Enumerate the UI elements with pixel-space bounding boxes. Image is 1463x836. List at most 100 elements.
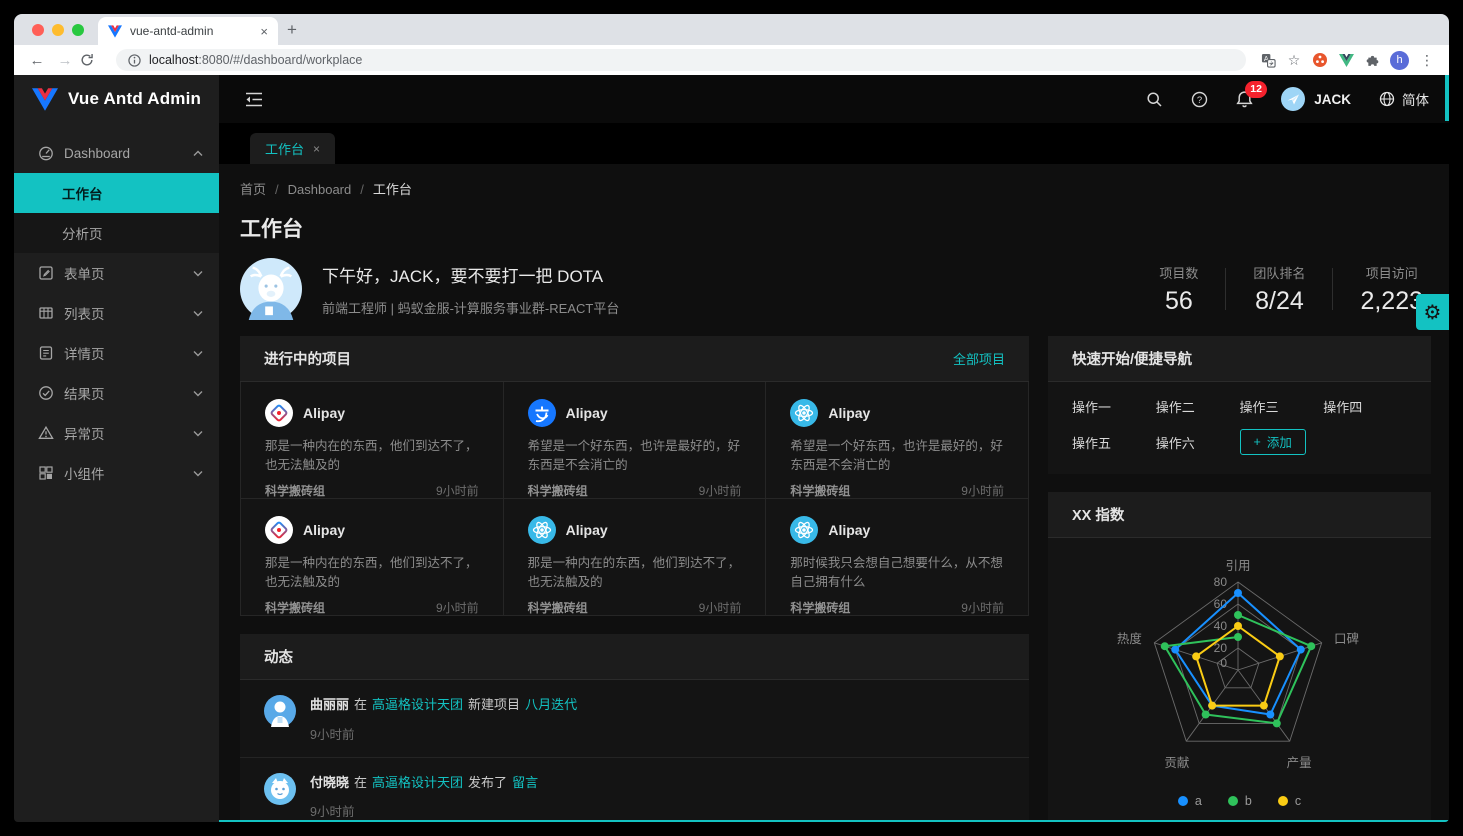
activity-title: 动态 xyxy=(264,646,293,667)
close-window-button[interactable] xyxy=(32,24,44,36)
project-group[interactable]: 科学搬砖组 xyxy=(265,482,325,499)
back-button[interactable]: ← xyxy=(24,52,50,69)
legend-item-c[interactable]: c xyxy=(1278,794,1301,808)
sidebar-item-analysis[interactable]: 分析页 xyxy=(14,213,219,253)
quicknav-link-3[interactable]: 操作三 xyxy=(1240,397,1324,416)
maximize-window-button[interactable] xyxy=(72,24,84,36)
breadcrumb-dashboard[interactable]: Dashboard xyxy=(288,182,352,197)
quicknav-link-2[interactable]: 操作二 xyxy=(1156,397,1240,416)
form-icon xyxy=(38,265,54,281)
quicknav-body: 操作一 操作二 操作三 操作四 操作五 操作六 +添加 xyxy=(1048,382,1431,474)
project-card[interactable]: Alipay 希望是一个好东西，也许是最好的，好东西是不会消亡的 科学搬砖组9小… xyxy=(766,382,1029,499)
project-group[interactable]: 科学搬砖组 xyxy=(528,482,588,499)
forward-button[interactable]: → xyxy=(52,52,78,69)
page-tab-close-icon[interactable]: × xyxy=(313,142,320,156)
vue-devtools-icon[interactable] xyxy=(1334,54,1358,67)
settings-gear-button[interactable]: ⚙ xyxy=(1416,294,1449,330)
member-avatar xyxy=(264,695,296,727)
project-group[interactable]: 科学搬砖组 xyxy=(790,599,850,616)
project-card[interactable]: Alipay 那时候我只会想自己想要什么，从不想自己拥有什么 科学搬砖组9小时前 xyxy=(766,499,1029,616)
project-card[interactable]: Alipay 那是一种内在的东西，他们到达不了，也无法触及的 科学搬砖组9小时前 xyxy=(241,382,504,499)
stat-value: 2,223 xyxy=(1360,287,1423,316)
member-avatar xyxy=(264,773,296,805)
svg-text:40: 40 xyxy=(1214,619,1228,633)
antd-logo-icon xyxy=(265,399,293,427)
radar-chart: 020406080引用口碑产量贡献热度 a b c xyxy=(1048,538,1431,822)
react-logo-icon xyxy=(790,516,818,544)
breadcrumb: 首页/Dashboard/工作台 xyxy=(240,179,1427,198)
extensions-puzzle-icon[interactable] xyxy=(1360,53,1384,68)
project-name: Alipay xyxy=(828,522,870,538)
project-card[interactable]: Alipay 那是一种内在的东西，他们到达不了，也无法触及的 科学搬砖组9小时前 xyxy=(241,499,504,616)
dashboard-icon xyxy=(38,145,54,161)
page-tab-workplace[interactable]: 工作台 × xyxy=(250,133,335,164)
activity-user[interactable]: 付晓晓 xyxy=(310,775,349,790)
sidebar-item-results[interactable]: 结果页 xyxy=(14,373,219,413)
app-header: ? 12 JACK 简体 xyxy=(219,75,1449,123)
project-group[interactable]: 科学搬砖组 xyxy=(790,482,850,499)
svg-text:产量: 产量 xyxy=(1287,756,1312,770)
vue-logo-icon xyxy=(32,88,58,111)
activity-target-link[interactable]: 留言 xyxy=(512,775,538,790)
activity-group-link[interactable]: 高逼格设计天团 xyxy=(372,775,463,790)
stat-label: 项目访问 xyxy=(1360,263,1423,282)
notifications-bell[interactable]: 12 xyxy=(1236,90,1253,108)
sidebar-item-label: 详情页 xyxy=(64,343,105,363)
project-card[interactable]: Alipay 那是一种内在的东西，他们到达不了，也无法触及的 科学搬砖组9小时前 xyxy=(504,499,767,616)
activity-user[interactable]: 曲丽丽 xyxy=(310,697,349,712)
page-title: 工作台 xyxy=(240,213,1427,243)
address-bar[interactable]: localhost:8080/#/dashboard/workplace xyxy=(116,49,1246,71)
project-name: Alipay xyxy=(303,405,345,421)
browser-menu-kebab-icon[interactable]: ⋮ xyxy=(1415,52,1439,69)
new-tab-button[interactable]: + xyxy=(278,20,306,40)
sidebar-item-details[interactable]: 详情页 xyxy=(14,333,219,373)
site-info-icon[interactable] xyxy=(128,54,141,67)
activity-item: 付晓晓在高逼格设计天团发布了留言 9小时前 xyxy=(240,757,1029,823)
legend-item-b[interactable]: b xyxy=(1228,794,1252,808)
reload-button[interactable] xyxy=(80,53,106,67)
search-icon[interactable] xyxy=(1146,91,1163,108)
language-switcher[interactable]: 简体 xyxy=(1379,89,1429,109)
quicknav-link-4[interactable]: 操作四 xyxy=(1323,397,1407,416)
app-logo[interactable]: Vue Antd Admin xyxy=(14,75,219,123)
add-button[interactable]: +添加 xyxy=(1240,429,1306,455)
bookmark-star-icon[interactable]: ☆ xyxy=(1282,52,1306,69)
sidebar-item-lists[interactable]: 列表页 xyxy=(14,293,219,333)
activity-target-link[interactable]: 八月迭代 xyxy=(525,697,577,712)
extension-orange-icon[interactable] xyxy=(1308,52,1332,68)
activity-group-link[interactable]: 高逼格设计天团 xyxy=(372,697,463,712)
page-content: 首页/Dashboard/工作台 工作台 下午好，JACK，要不要打一把 xyxy=(219,164,1449,822)
browser-tab[interactable]: vue-antd-admin × xyxy=(98,17,278,45)
legend-item-a[interactable]: a xyxy=(1178,794,1202,808)
activity-action: 发布了 xyxy=(468,775,507,790)
minimize-window-button[interactable] xyxy=(52,24,64,36)
stats-row: 项目数 56 团队排名 8/24 项目访问 2,223 xyxy=(1132,263,1427,316)
sidebar-item-forms[interactable]: 表单页 xyxy=(14,253,219,293)
sidebar-collapse-icon[interactable] xyxy=(245,92,263,107)
scrollbar-thumb[interactable] xyxy=(1445,75,1449,121)
project-group[interactable]: 科学搬砖组 xyxy=(265,599,325,616)
sidebar-item-dashboard[interactable]: Dashboard xyxy=(14,133,219,173)
browser-profile-avatar[interactable]: h xyxy=(1390,51,1409,70)
sidebar-item-exceptions[interactable]: 异常页 xyxy=(14,413,219,453)
radar-svg: 020406080引用口碑产量贡献热度 xyxy=(1048,538,1431,822)
legend-dot xyxy=(1278,796,1288,806)
translate-icon[interactable]: A xyxy=(1256,53,1280,68)
project-desc: 那是一种内在的东西，他们到达不了，也无法触及的 xyxy=(528,554,742,594)
project-card[interactable]: Alipay 希望是一个好东西，也许是最好的，好东西是不会消亡的 科学搬砖组9小… xyxy=(504,382,767,499)
tab-close-icon[interactable]: × xyxy=(260,24,268,39)
breadcrumb-home[interactable]: 首页 xyxy=(240,182,266,197)
sidebar-item-label: 工作台 xyxy=(62,183,103,203)
project-group[interactable]: 科学搬砖组 xyxy=(528,599,588,616)
quicknav-link-5[interactable]: 操作五 xyxy=(1072,433,1156,452)
quicknav-link-1[interactable]: 操作一 xyxy=(1072,397,1156,416)
quicknav-link-6[interactable]: 操作六 xyxy=(1156,433,1240,452)
all-projects-link[interactable]: 全部项目 xyxy=(953,349,1005,368)
sidebar-item-workplace[interactable]: 工作台 xyxy=(14,173,219,213)
vue-favicon-icon xyxy=(108,25,122,38)
help-icon[interactable]: ? xyxy=(1191,91,1208,108)
user-menu[interactable]: JACK xyxy=(1281,87,1351,111)
sidebar-item-widgets[interactable]: 小组件 xyxy=(14,453,219,493)
project-desc: 那是一种内在的东西，他们到达不了，也无法触及的 xyxy=(265,437,479,477)
project-name: Alipay xyxy=(566,522,608,538)
